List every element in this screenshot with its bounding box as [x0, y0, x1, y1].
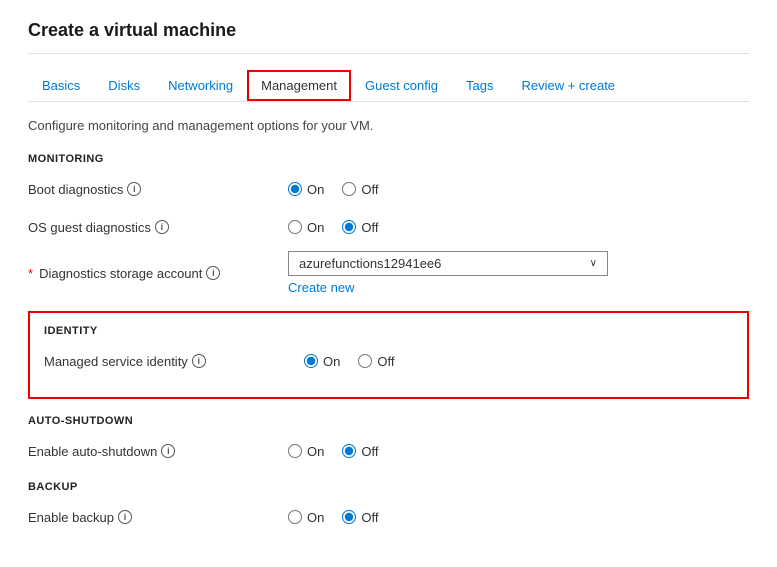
- auto-shutdown-off-option[interactable]: Off: [342, 444, 378, 459]
- diagnostics-storage-value: azurefunctions12941ee6: [299, 256, 441, 271]
- enable-auto-shutdown-row: Enable auto-shutdown i On Off: [28, 437, 749, 465]
- managed-service-identity-off-option[interactable]: Off: [358, 354, 394, 369]
- backup-section-title: BACKUP: [28, 481, 749, 493]
- managed-service-identity-row: Managed service identity i On Off: [44, 347, 733, 375]
- enable-auto-shutdown-label: Enable auto-shutdown i: [28, 444, 288, 459]
- create-new-link[interactable]: Create new: [288, 280, 608, 295]
- enable-auto-shutdown-radio-group: On Off: [288, 444, 378, 459]
- diagnostics-storage-dropdown-container: azurefunctions12941ee6 ∨ Create new: [288, 251, 608, 295]
- tab-basics[interactable]: Basics: [28, 70, 94, 101]
- os-guest-diagnostics-on-radio[interactable]: [288, 220, 302, 234]
- tab-review-create[interactable]: Review + create: [507, 70, 629, 101]
- chevron-down-icon: ∨: [590, 258, 597, 269]
- enable-backup-row: Enable backup i On Off: [28, 503, 749, 531]
- tab-disks[interactable]: Disks: [94, 70, 154, 101]
- identity-section-title: IDENTITY: [44, 325, 733, 337]
- auto-shutdown-section: AUTO-SHUTDOWN Enable auto-shutdown i On …: [28, 415, 749, 465]
- boot-diagnostics-on-radio[interactable]: [288, 182, 302, 196]
- backup-section: BACKUP Enable backup i On Off: [28, 481, 749, 531]
- boot-diagnostics-row: Boot diagnostics i On Off: [28, 175, 749, 203]
- diagnostics-storage-info-icon[interactable]: i: [206, 266, 220, 280]
- boot-diagnostics-radio-group: On Off: [288, 182, 378, 197]
- boot-diagnostics-off-option[interactable]: Off: [342, 182, 378, 197]
- managed-service-identity-label: Managed service identity i: [44, 354, 304, 369]
- managed-service-identity-on-radio[interactable]: [304, 354, 318, 368]
- page-container: Create a virtual machine Basics Disks Ne…: [0, 0, 777, 567]
- boot-diagnostics-off-radio[interactable]: [342, 182, 356, 196]
- backup-on-radio[interactable]: [288, 510, 302, 524]
- diagnostics-storage-label: * Diagnostics storage account i: [28, 266, 288, 281]
- auto-shutdown-off-radio[interactable]: [342, 444, 356, 458]
- section-description: Configure monitoring and management opti…: [28, 118, 749, 133]
- managed-service-identity-on-option[interactable]: On: [304, 354, 340, 369]
- boot-diagnostics-on-option[interactable]: On: [288, 182, 324, 197]
- os-guest-diagnostics-off-option[interactable]: Off: [342, 220, 378, 235]
- tab-networking[interactable]: Networking: [154, 70, 247, 101]
- diagnostics-storage-dropdown[interactable]: azurefunctions12941ee6 ∨: [288, 251, 608, 276]
- os-guest-diagnostics-on-option[interactable]: On: [288, 220, 324, 235]
- enable-backup-info-icon[interactable]: i: [118, 510, 132, 524]
- managed-service-identity-off-radio[interactable]: [358, 354, 372, 368]
- managed-service-identity-radio-group: On Off: [304, 354, 394, 369]
- auto-shutdown-on-option[interactable]: On: [288, 444, 324, 459]
- monitoring-section: MONITORING Boot diagnostics i On Off: [28, 153, 749, 295]
- tab-tags[interactable]: Tags: [452, 70, 507, 101]
- tab-guest-config[interactable]: Guest config: [351, 70, 452, 101]
- os-guest-diagnostics-info-icon[interactable]: i: [155, 220, 169, 234]
- boot-diagnostics-label: Boot diagnostics i: [28, 182, 288, 197]
- os-guest-diagnostics-label: OS guest diagnostics i: [28, 220, 288, 235]
- page-title: Create a virtual machine: [28, 20, 749, 54]
- monitoring-section-title: MONITORING: [28, 153, 749, 165]
- os-guest-diagnostics-off-radio[interactable]: [342, 220, 356, 234]
- identity-section: IDENTITY Managed service identity i On O…: [28, 311, 749, 399]
- backup-off-radio[interactable]: [342, 510, 356, 524]
- enable-auto-shutdown-info-icon[interactable]: i: [161, 444, 175, 458]
- tab-bar: Basics Disks Networking Management Guest…: [28, 70, 749, 102]
- auto-shutdown-section-title: AUTO-SHUTDOWN: [28, 415, 749, 427]
- boot-diagnostics-info-icon[interactable]: i: [127, 182, 141, 196]
- diagnostics-storage-account-row: * Diagnostics storage account i azurefun…: [28, 251, 749, 295]
- managed-service-identity-info-icon[interactable]: i: [192, 354, 206, 368]
- tab-management[interactable]: Management: [247, 70, 351, 101]
- os-guest-diagnostics-radio-group: On Off: [288, 220, 378, 235]
- auto-shutdown-on-radio[interactable]: [288, 444, 302, 458]
- os-guest-diagnostics-row: OS guest diagnostics i On Off: [28, 213, 749, 241]
